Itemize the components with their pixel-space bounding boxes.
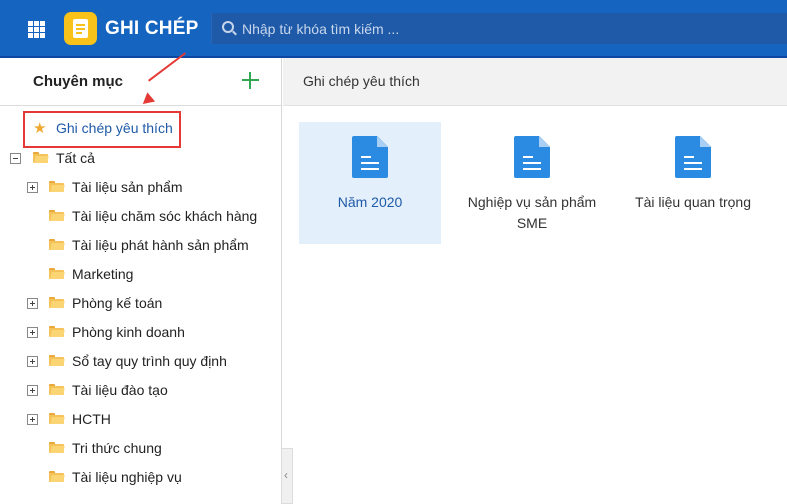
tree-item-label: Sổ tay quy trình quy định [72, 353, 227, 369]
main-header: Ghi chép yêu thích [283, 58, 787, 106]
sidebar-title: Chuyên mục [33, 73, 124, 90]
chevron-left-icon: ‹ [284, 468, 288, 482]
folder-icon [49, 268, 65, 279]
favorite-highlight-box [23, 111, 181, 148]
search-icon [222, 21, 234, 33]
folder-icon [49, 442, 65, 453]
note-card[interactable]: Nghiệp vụ sản phẩm SME [461, 122, 603, 244]
app-logo-icon [64, 12, 97, 45]
expand-icon[interactable] [27, 298, 38, 309]
note-title: Năm 2020 [337, 194, 403, 210]
tree-item[interactable]: Tri thức chung [27, 436, 267, 460]
tree-item-label: Tài liệu chăm sóc khách hàng [72, 208, 258, 224]
folder-icon [49, 355, 65, 366]
tree-item-label: Phòng kinh doanh [72, 324, 185, 340]
tree-item[interactable]: Phòng kế toán [27, 291, 267, 315]
tree-item[interactable]: Tài liệu sản phẩm [27, 175, 267, 199]
tree-item[interactable]: Tài liệu nghiệp vụ [27, 465, 267, 489]
collapse-icon[interactable] [10, 153, 21, 164]
note-title: Nghiệp vụ sản phẩm SME [467, 194, 597, 231]
apps-grid-icon[interactable] [28, 21, 45, 38]
tree-item-root[interactable]: Tất cả [10, 146, 210, 170]
tree-item[interactable]: Sổ tay quy trình quy định [27, 349, 267, 373]
search-input[interactable] [242, 13, 772, 44]
document-icon [352, 136, 388, 178]
folder-icon [49, 181, 65, 192]
tree-item[interactable]: Tài liệu đào tạo [27, 378, 267, 402]
document-icon [675, 136, 711, 178]
expand-icon[interactable] [27, 385, 38, 396]
top-bar: GHI CHÉP [0, 0, 787, 58]
search-box[interactable] [211, 13, 787, 44]
tree-item[interactable]: HCTH [27, 407, 267, 431]
note-card[interactable]: Năm 2020 [299, 122, 441, 244]
tree-item-label: Tài liệu sản phẩm [72, 179, 183, 195]
tree-item[interactable]: Tài liệu phát hành sản phẩm [27, 233, 267, 257]
expand-icon[interactable] [27, 182, 38, 193]
tree-item-label: Tất cả [56, 150, 95, 166]
folder-icon [49, 297, 65, 308]
tree-item-label: Phòng kế toán [72, 295, 163, 311]
add-category-button[interactable] [242, 72, 259, 89]
expand-icon[interactable] [27, 356, 38, 367]
app-title: GHI CHÉP [105, 18, 199, 39]
folder-icon [49, 471, 65, 482]
tree-item[interactable]: Marketing [27, 262, 267, 286]
folder-icon [49, 413, 65, 424]
folder-icon [49, 210, 65, 221]
tree-item[interactable]: Phòng kinh doanh [27, 320, 267, 344]
tree-item-label: Tài liệu nghiệp vụ [72, 469, 182, 485]
page-title: Ghi chép yêu thích [303, 73, 420, 89]
tree-item-label: HCTH [72, 411, 111, 427]
note-card[interactable]: Tài liệu quan trọng [622, 122, 764, 244]
folder-icon [49, 384, 65, 395]
expand-icon[interactable] [27, 414, 38, 425]
tree-item-label: Marketing [72, 266, 134, 282]
folder-icon [49, 239, 65, 250]
document-icon [514, 136, 550, 178]
expand-icon[interactable] [27, 327, 38, 338]
tree-item-label: Tri thức chung [72, 440, 162, 456]
tree-item-label: Tài liệu phát hành sản phẩm [72, 237, 249, 253]
tree-item-label: Tài liệu đào tạo [72, 382, 168, 398]
note-title: Tài liệu quan trọng [635, 194, 751, 210]
folder-icon [33, 152, 49, 163]
tree-item[interactable]: Tài liệu chăm sóc khách hàng [27, 204, 267, 228]
folder-icon [49, 326, 65, 337]
sidebar-collapse-handle[interactable]: ‹ [281, 448, 293, 504]
